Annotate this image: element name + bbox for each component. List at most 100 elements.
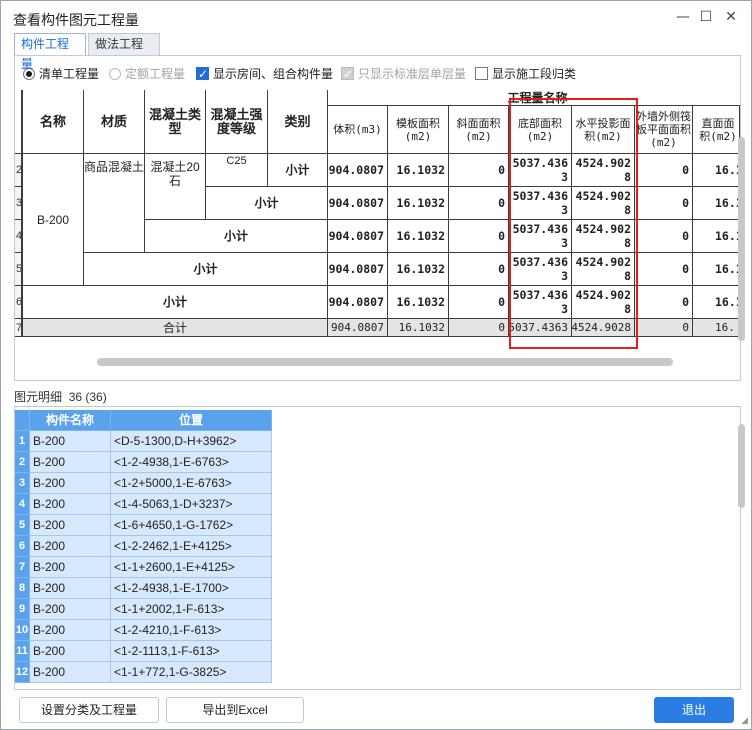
detail-cell-name[interactable]: B-200 [30, 599, 111, 620]
detail-cell-position[interactable]: <1-2-2462,1-E+4125> [111, 536, 272, 557]
minimize-icon[interactable]: — [673, 7, 693, 27]
cell-volume[interactable]: 904.0807 [328, 286, 388, 319]
cell-outer-wall[interactable]: 0 [635, 253, 693, 286]
col-header-name[interactable]: 名称 [22, 90, 84, 154]
detail-cell-position[interactable]: <1-2-4938,1-E-6763> [111, 452, 272, 473]
cell-volume[interactable]: 904.0807 [328, 154, 388, 187]
export-excel-button[interactable]: 导出到Excel [166, 697, 304, 723]
cell-total-outer-wall[interactable]: 0 [635, 319, 693, 337]
detail-cell-name[interactable]: B-200 [30, 515, 111, 536]
cell-straight[interactable]: 16.1 [693, 253, 740, 286]
col-header-volume[interactable]: 体积(m3) [328, 106, 388, 154]
detail-col-header-name[interactable]: 构件名称 [30, 410, 111, 431]
detail-cell-name[interactable]: B-200 [30, 452, 111, 473]
resize-grip-icon[interactable]: ◢ [741, 716, 748, 726]
col-header-formwork[interactable]: 模板面积(m2) [388, 106, 449, 154]
cell-slope[interactable]: 0 [449, 286, 509, 319]
checkbox-show-stage[interactable]: 显示施工段归类 [475, 65, 576, 83]
row-number: 6 [15, 286, 22, 319]
detail-cell-name[interactable]: B-200 [30, 557, 111, 578]
cell-outer-wall[interactable]: 0 [635, 220, 693, 253]
tab-method-quantity[interactable]: 做法工程量 [88, 33, 160, 71]
checkbox-show-rooms[interactable]: 显示房间、组合构件量 [196, 65, 333, 83]
detail-cell-name[interactable]: B-200 [30, 494, 111, 515]
cell-total-slope[interactable]: 0 [449, 319, 509, 337]
detail-cell-position[interactable]: <1-6+4650,1-G-1762> [111, 515, 272, 536]
cell-formwork[interactable]: 16.1032 [388, 253, 449, 286]
maximize-icon[interactable]: ☐ [696, 7, 716, 27]
cell-concrete-grade[interactable]: C25 [206, 154, 268, 187]
radio-list-quantity[interactable]: 清单工程量 [23, 65, 99, 83]
vertical-scrollbar[interactable] [738, 137, 745, 341]
cell-straight[interactable]: 16.1 [693, 187, 740, 220]
cell-subtotal-material[interactable]: 小计 [145, 220, 328, 253]
detail-cell-position[interactable]: <1-2-4210,1-F-613> [111, 620, 272, 641]
detail-cell-position[interactable]: <1-1+772,1-G-3825> [111, 662, 272, 683]
cell-slope[interactable]: 0 [449, 253, 509, 286]
settings-button[interactable]: 设置分类及工程量 [19, 697, 159, 723]
detail-cell-name[interactable]: B-200 [30, 473, 111, 494]
checkbox-checked-icon [196, 65, 209, 83]
cell-formwork[interactable]: 16.1032 [388, 154, 449, 187]
detail-cell-name[interactable]: B-200 [30, 431, 111, 452]
detail-row-number: 4 [15, 494, 30, 515]
cell-name[interactable]: B-200 [22, 154, 84, 286]
cell-slope[interactable]: 0 [449, 154, 509, 187]
detail-cell-position[interactable]: <1-2-4938,1-E-1700> [111, 578, 272, 599]
col-header-outer-wall[interactable]: 外墙外侧筏板平面面积(m2) [635, 106, 693, 154]
cell-volume[interactable]: 904.0807 [328, 220, 388, 253]
cell-subtotal-all[interactable]: 小计 [22, 286, 328, 319]
cell-volume[interactable]: 904.0807 [328, 187, 388, 220]
detail-cell-position[interactable]: <1-1+2600,1-E+4125> [111, 557, 272, 578]
cell-subtotal-type[interactable]: 小计 [206, 187, 328, 220]
cell-straight[interactable]: 16.1 [693, 154, 740, 187]
cell-formwork[interactable]: 16.1032 [388, 220, 449, 253]
cell-total-straight[interactable]: 16. [693, 319, 740, 337]
col-header-slope[interactable]: 斜面面积(m2) [449, 106, 509, 154]
radio-quota-quantity[interactable]: 定额工程量 [109, 65, 185, 83]
horizontal-scrollbar[interactable] [97, 358, 673, 366]
cell-subtotal-name[interactable]: 小计 [84, 253, 328, 286]
detail-cell-position[interactable]: <1-2+5000,1-E-6763> [111, 473, 272, 494]
detail-cell-position[interactable]: <1-1+2002,1-F-613> [111, 599, 272, 620]
col-header-straight[interactable]: 直面面积(m2) [693, 106, 740, 154]
cell-formwork[interactable]: 16.1032 [388, 286, 449, 319]
radio-icon [109, 68, 121, 80]
cell-straight[interactable]: 16.1 [693, 220, 740, 253]
exit-button[interactable]: 退出 [654, 697, 734, 723]
detail-cell-name[interactable]: B-200 [30, 620, 111, 641]
detail-cell-name[interactable]: B-200 [30, 641, 111, 662]
cell-material[interactable]: 商品混凝土 [84, 154, 145, 253]
detail-cell-name[interactable]: B-200 [30, 662, 111, 683]
detail-cell-position[interactable]: <1-4-5063,1-D+3237> [111, 494, 272, 515]
cell-total-volume[interactable]: 904.0807 [328, 319, 388, 337]
cell-outer-wall[interactable]: 0 [635, 187, 693, 220]
detail-row-number: 10 [15, 620, 30, 641]
checkbox-std-floor[interactable]: 只显示标准层单层量 [341, 65, 466, 83]
detail-cell-position[interactable]: <D-5-1300,D-H+3962> [111, 431, 272, 452]
cell-concrete-type[interactable]: 混凝土20石 [145, 154, 206, 220]
cell-subtotal-grade[interactable]: 小计 [268, 154, 328, 187]
col-header-material[interactable]: 材质 [84, 90, 145, 154]
cell-outer-wall[interactable]: 0 [635, 154, 693, 187]
detail-count: 36 (36) [68, 390, 107, 404]
col-header-concrete-type[interactable]: 混凝土类型 [145, 90, 206, 154]
cell-total-formwork[interactable]: 16.1032 [388, 319, 449, 337]
cell-slope[interactable]: 0 [449, 220, 509, 253]
detail-cell-position[interactable]: <1-2-1113,1-F-613> [111, 641, 272, 662]
cell-formwork[interactable]: 16.1032 [388, 187, 449, 220]
cell-total-label[interactable]: 合计 [22, 319, 328, 337]
cell-slope[interactable]: 0 [449, 187, 509, 220]
cell-volume[interactable]: 904.0807 [328, 253, 388, 286]
detail-header-corner [15, 410, 30, 431]
detail-cell-name[interactable]: B-200 [30, 578, 111, 599]
col-header-category[interactable]: 类别 [268, 90, 328, 154]
detail-col-header-position[interactable]: 位置 [111, 410, 272, 431]
detail-cell-name[interactable]: B-200 [30, 536, 111, 557]
cell-outer-wall[interactable]: 0 [635, 286, 693, 319]
close-icon[interactable]: ✕ [721, 7, 741, 27]
col-header-concrete-grade[interactable]: 混凝土强度等级 [206, 90, 268, 154]
detail-vertical-scrollbar[interactable] [738, 424, 745, 508]
cell-straight[interactable]: 16.1 [693, 286, 740, 319]
tab-component-quantity[interactable]: 构件工程量 [14, 33, 86, 71]
